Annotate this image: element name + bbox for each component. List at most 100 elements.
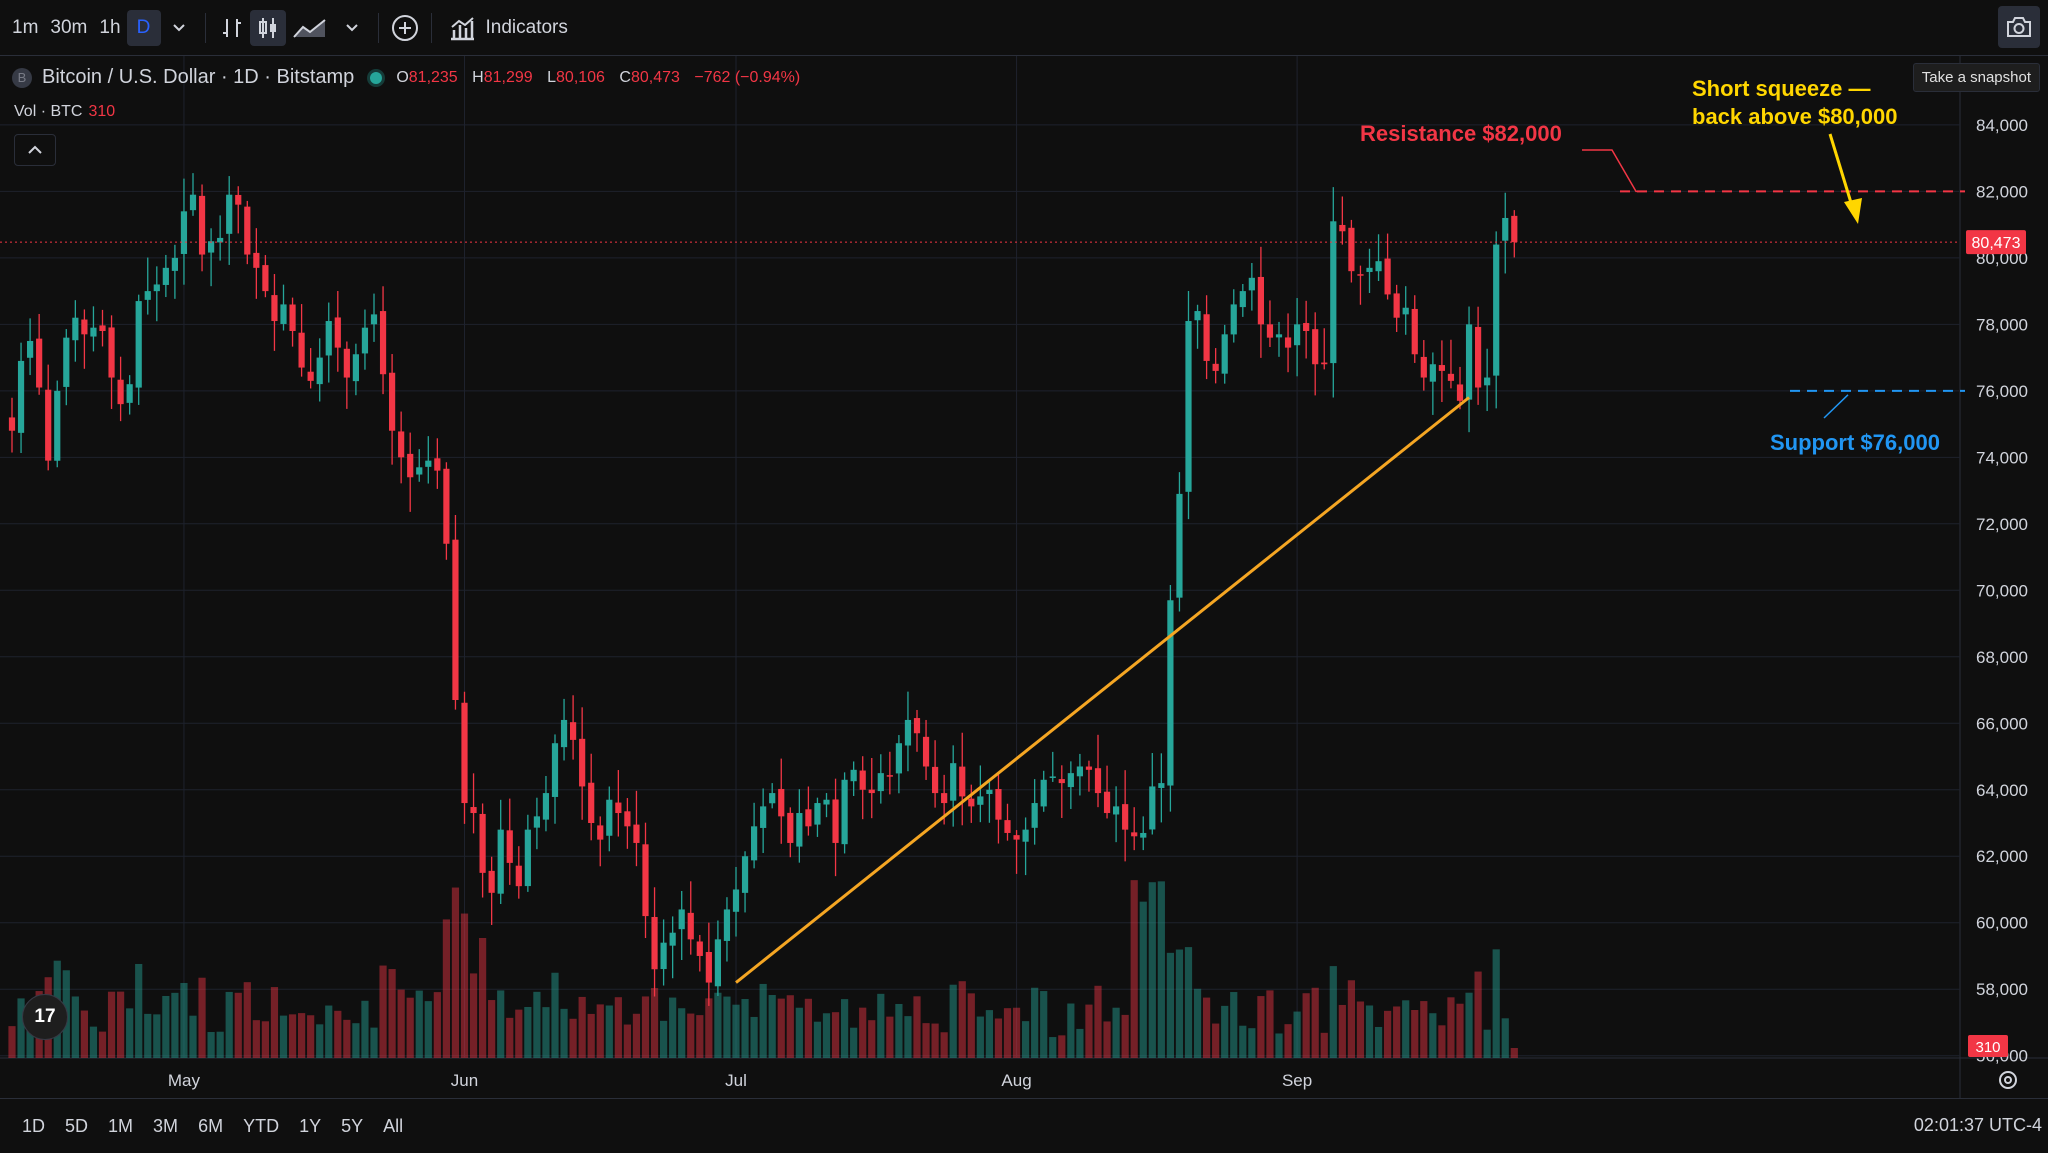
volume-bar-up [1374,1026,1383,1058]
range-all-button[interactable]: All [373,1116,413,1137]
candle-body-up [732,889,740,912]
price-axis[interactable]: 56,00058,00060,00062,00064,00066,00068,0… [1966,116,2028,1066]
candle-body-down [868,789,875,794]
candle-body-up [751,826,758,861]
candle-body-down [1384,258,1391,295]
price-tick-label: 58,000 [1976,980,2028,999]
candle-body-down [1284,337,1292,348]
interval-1m-button[interactable]: 1m [6,10,44,46]
area-chart-type-icon[interactable] [286,10,334,46]
volume-bar-down [298,1013,306,1058]
candle-body-down [470,807,477,814]
candle-body-up [814,803,821,825]
candle-body-up [361,327,369,354]
volume-bar-up [1239,1025,1247,1058]
snapshot-button[interactable] [1998,6,2040,48]
volume-bar-down [379,965,387,1058]
volume-bar-up [1157,881,1165,1058]
candle-body-up [841,779,848,845]
candle-body-down [407,453,414,478]
candle-body-up [678,909,685,930]
volume-bar-down [868,1020,876,1058]
volume-bar-down [288,1014,297,1058]
volume-bar-up [497,990,505,1058]
range-1y-button[interactable]: 1Y [289,1116,331,1137]
volume-bar-up [542,1007,550,1058]
interval-dropdown-chevron-icon[interactable] [161,10,197,46]
bitcoin-symbol-icon: B [12,67,32,88]
candle-body-up [669,932,676,946]
range-6m-button[interactable]: 6M [188,1116,233,1137]
volume-bar-down [1420,1001,1428,1058]
volume-bar-up [904,1016,912,1058]
clock-timezone[interactable]: 02:01:37 UTC-4 [1914,1115,2042,1136]
candle-body-down [959,766,966,797]
candle-body-down [1266,324,1274,338]
price-tick-label: 84,000 [1976,116,2028,135]
volume-bar-up [1230,992,1238,1058]
time-axis[interactable]: May Jun Jul Aug Sep [168,1071,1312,1090]
candle-body-up [850,769,857,782]
volume-bar-down [1338,1004,1346,1058]
interval-30m-button[interactable]: 30m [44,10,93,46]
range-1m-button[interactable]: 1M [98,1116,143,1137]
range-1d-button[interactable]: 1D [12,1116,55,1137]
candle-body-down [379,311,387,375]
volume-bar-down [243,982,251,1058]
candle-body-up [1049,776,1056,778]
volume-bar-up [361,1000,369,1058]
price-chart[interactable]: Resistance $82,000 Support $76,000 Short s… [0,0,2048,1152]
candlesticks [8,173,1518,1006]
candle-body-down [570,722,577,740]
symbol-legend[interactable]: B Bitcoin / U.S. Dollar · 1D · Bitstamp … [12,66,810,89]
candle-body-down [298,332,305,368]
interval-d-button[interactable]: D [126,9,161,46]
resistance-label: Resistance $82,000 [1360,121,1562,146]
candle-body-down [886,775,893,777]
candle-body-up [1221,334,1228,374]
candle-body-up [760,806,767,828]
volume-bar-down [107,991,116,1058]
volume-bar-down [786,995,794,1058]
volume-bar-down [1302,993,1310,1058]
volume-bar-up [1022,1021,1030,1058]
candle-body-up [162,267,169,285]
volume-bar-down [940,1032,948,1058]
volume-legend[interactable]: Vol · BTC 310 [14,103,115,121]
indicators-label: Indicators [485,16,568,38]
symbol-title[interactable]: Bitcoin / U.S. Dollar · 1D · Bitstamp [42,66,354,89]
volume-bar-up [1184,947,1193,1058]
candle-body-down [696,941,703,956]
candle-body-up [606,799,613,836]
candle-body-down [1203,314,1210,361]
candle-body-up [895,743,902,774]
volume-bar-up [1221,1005,1229,1058]
range-5d-button[interactable]: 5D [55,1116,98,1137]
candle-body-down [932,766,939,794]
volume-bar-up [895,1003,903,1058]
volume-bar-up [1248,1028,1256,1058]
add-compare-plus-icon[interactable] [387,10,423,46]
support-leader-line [1823,394,1849,419]
candle-body-down [968,798,975,807]
collapse-legend-button[interactable] [14,134,56,166]
interval-1h-button[interactable]: 1h [93,10,126,46]
indicators-button[interactable]: Indicators [440,15,576,41]
bar-chart-type-icon[interactable] [214,10,250,46]
volume-bar-down [406,997,414,1058]
candle-body-up [135,301,142,388]
price-tick-label: 68,000 [1976,648,2028,667]
tradingview-logo-icon[interactable]: 17 [22,994,68,1040]
candlestick-chart-type-icon[interactable] [249,9,286,46]
range-3m-button[interactable]: 3M [143,1116,188,1137]
volume-bar-down [1121,1014,1129,1058]
chart-type-dropdown-chevron-icon[interactable] [334,10,370,46]
time-tick-label: Aug [1001,1071,1031,1090]
axis-settings-gear-icon[interactable] [1996,1068,2020,1092]
candle-body-down [597,825,604,840]
volume-bar-down [1266,990,1274,1058]
volume-bar-up [678,1008,686,1058]
range-ytd-button[interactable]: YTD [233,1116,289,1137]
range-5y-button[interactable]: 5Y [331,1116,373,1137]
candle-body-up [1031,803,1038,828]
